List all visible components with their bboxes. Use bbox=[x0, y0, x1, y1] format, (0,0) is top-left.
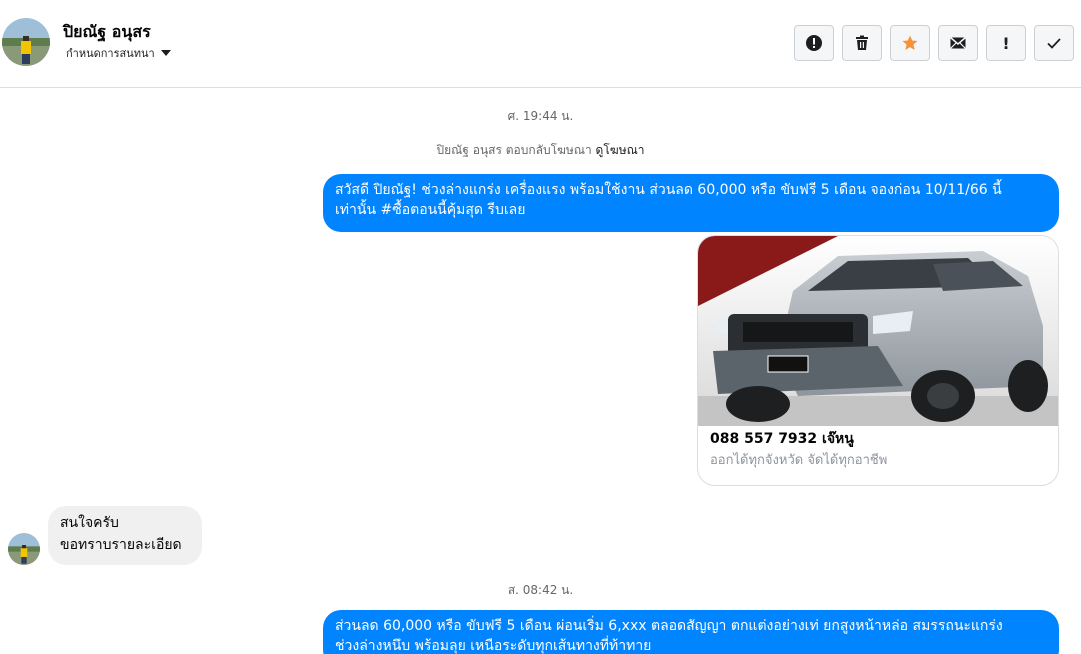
timestamp-separator: ส. 08:42 น. bbox=[507, 583, 574, 597]
delete-button[interactable] bbox=[842, 25, 882, 61]
sender-avatar[interactable] bbox=[8, 533, 40, 565]
follow-up-button[interactable]: ! bbox=[986, 25, 1026, 61]
view-ad-link[interactable]: ดูโฆษณา bbox=[596, 143, 645, 157]
message-line: เท่านั้น #ซื้อตอนนี้คุ้มสุด รีบเลย bbox=[335, 202, 526, 218]
trash-icon bbox=[856, 35, 868, 50]
message-line: ขอทราบรายละเอียด bbox=[60, 537, 182, 553]
ad-image[interactable] bbox=[698, 236, 1058, 426]
ad-card[interactable]: 088 557 7932 เจ๊หนู ออกได้ทุกจังหวัด จัด… bbox=[697, 235, 1059, 486]
ad-description: ออกได้ทุกจังหวัด จัดได้ทุกอาชีพ bbox=[710, 453, 888, 468]
outgoing-message[interactable]: ส่วนลด 60,000 หรือ ขับฟรี 5 เดือน ผ่อนเร… bbox=[323, 610, 1059, 654]
star-icon bbox=[902, 35, 918, 50]
message-line: สนใจครับ bbox=[60, 515, 119, 531]
alert-circle-icon bbox=[806, 35, 822, 51]
star-button[interactable] bbox=[890, 25, 930, 61]
ad-title: 088 557 7932 เจ๊หนู bbox=[710, 431, 854, 447]
conversation-settings-label: กำหนดการสนทนา bbox=[66, 47, 155, 60]
check-icon bbox=[1047, 38, 1061, 49]
conversation-settings-dropdown[interactable]: กำหนดการสนทนา bbox=[66, 44, 171, 62]
conversation-header: ปิยณัฐ อนุสร กำหนดการสนทนา ! bbox=[0, 0, 1081, 88]
caret-down-icon bbox=[160, 50, 171, 56]
ad-reply-text: ปิยณัฐ อนุสร ตอบกลับโฆษณา bbox=[436, 143, 592, 157]
mark-unread-button[interactable] bbox=[938, 25, 978, 61]
exclamation-icon: ! bbox=[1002, 33, 1010, 53]
message-line: ช่วงล่างหนึบ พร้อมลุย เหนือระดับทุกเส้นท… bbox=[335, 638, 652, 654]
mail-icon bbox=[950, 36, 966, 49]
conversation-toolbar: ! bbox=[794, 25, 1074, 61]
message-line: ส่วนลด 60,000 หรือ ขับฟรี 5 เดือน ผ่อนเร… bbox=[335, 618, 1003, 634]
mark-done-button[interactable] bbox=[1034, 25, 1074, 61]
message-line: สวัสดี ปิยณัฐ! ช่วงล่างแกร่ง เครื่องแรง … bbox=[335, 182, 1002, 198]
report-button[interactable] bbox=[794, 25, 834, 61]
timestamp-separator: ศ. 19:44 น. bbox=[507, 109, 574, 123]
incoming-message[interactable]: สนใจครับ ขอทราบรายละเอียด bbox=[48, 506, 202, 565]
ad-reply-note: ปิยณัฐ อนุสร ตอบกลับโฆษณา ดูโฆษณา bbox=[0, 141, 1081, 160]
contact-avatar[interactable] bbox=[2, 18, 50, 66]
outgoing-message[interactable]: สวัสดี ปิยณัฐ! ช่วงล่างแกร่ง เครื่องแรง … bbox=[323, 174, 1059, 232]
contact-name[interactable]: ปิยณัฐ อนุสร bbox=[63, 20, 151, 45]
